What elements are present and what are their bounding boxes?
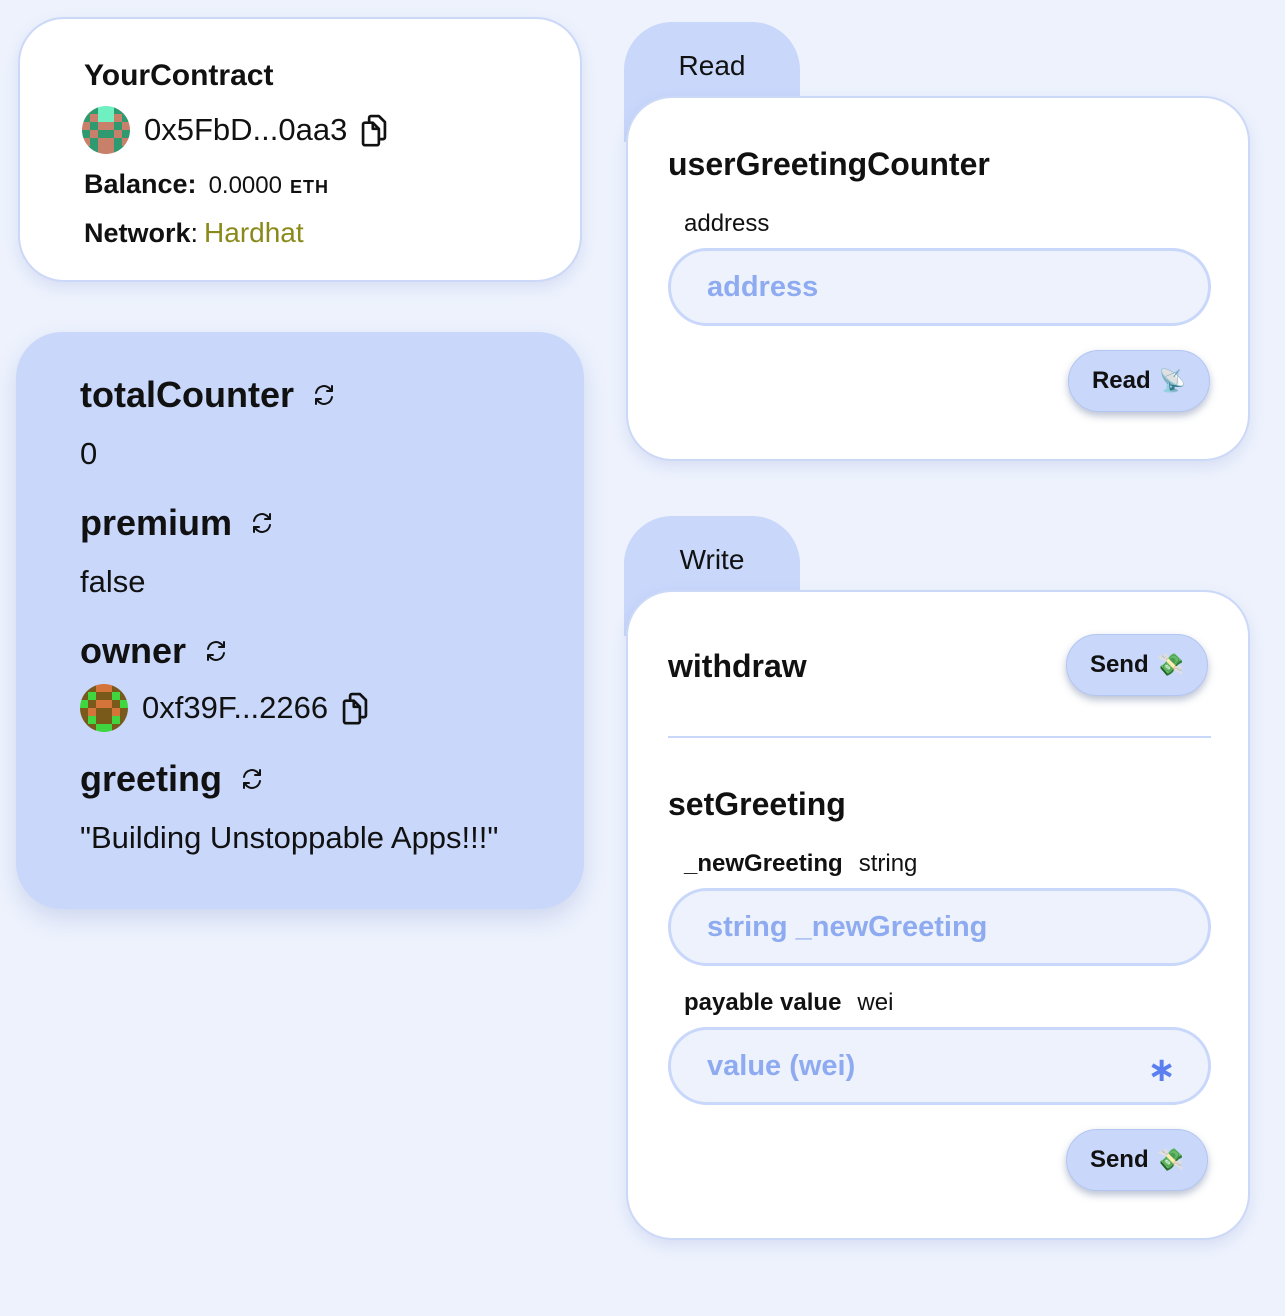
- new-greeting-placeholder: string _newGreeting: [707, 910, 988, 943]
- variable-value: false: [80, 564, 146, 599]
- variable-name-text: totalCounter: [80, 374, 294, 415]
- param-type: string: [858, 850, 918, 877]
- owner-address: 0xf39F...2266: [80, 684, 370, 732]
- multiply-eth-icon[interactable]: ∗: [1148, 1050, 1177, 1090]
- owner-address-text[interactable]: 0xf39F...2266: [142, 690, 328, 726]
- variable-name-text: owner: [80, 630, 187, 671]
- network-row: Network : Hardhat: [84, 217, 304, 249]
- param-label: address: [684, 210, 769, 238]
- param-label: _newGreeting string: [684, 850, 917, 878]
- variable-value: 0: [80, 436, 98, 471]
- function-name: withdraw: [668, 648, 807, 684]
- contract-address-text[interactable]: 0x5FbD...0aa3: [144, 112, 347, 148]
- payable-value-text: payable value: [684, 989, 842, 1016]
- read-panel: userGreetingCounter address address Read…: [626, 96, 1250, 461]
- balance-label: Balance:: [84, 169, 197, 199]
- function-name: userGreetingCounter: [668, 146, 990, 182]
- balance-row: Balance: 0.0000 ETH: [84, 169, 329, 200]
- balance-value: 0.0000: [208, 172, 282, 199]
- tab-write-label: Write: [679, 544, 745, 575]
- payable-value-label: payable value wei: [684, 989, 893, 1017]
- refresh-icon[interactable]: [240, 767, 264, 791]
- network-separator: :: [190, 218, 199, 248]
- network-label: Network: [84, 218, 191, 248]
- divider: [668, 736, 1211, 738]
- contract-address: 0x5FbD...0aa3: [82, 106, 389, 154]
- balance-unit: ETH: [289, 177, 329, 197]
- refresh-icon[interactable]: [250, 511, 274, 535]
- payable-value-placeholder: value (wei): [707, 1049, 856, 1082]
- variable-name: greeting: [80, 758, 264, 800]
- set-greeting-send-button[interactable]: Send 💸: [1066, 1129, 1208, 1191]
- contract-avatar: [82, 106, 130, 154]
- money-wings-icon: 💸: [1156, 652, 1185, 677]
- param-name: _newGreeting: [684, 850, 843, 877]
- network-value: Hardhat: [204, 217, 304, 248]
- satellite-icon: 📡: [1158, 368, 1187, 393]
- read-button-label: Read: [1091, 367, 1151, 394]
- money-wings-icon: 💸: [1156, 1147, 1185, 1172]
- function-name: setGreeting: [668, 786, 846, 822]
- tab-read-label: Read: [678, 50, 746, 81]
- variable-name: totalCounter: [80, 374, 336, 416]
- variable-value: "Building Unstoppable Apps!!!": [80, 820, 499, 855]
- send-button-label: Send: [1089, 1146, 1149, 1173]
- param-label-text: address: [684, 210, 770, 237]
- contract-variables-card: totalCounter 0 premium false owner 0xf39: [16, 332, 584, 909]
- variable-name: owner: [80, 630, 228, 672]
- variable-name-text: greeting: [80, 758, 223, 799]
- address-input-placeholder: address: [707, 270, 819, 303]
- contract-info-card: YourContract 0x5FbD...0aa3 Balance: 0.00…: [18, 17, 582, 282]
- refresh-icon[interactable]: [204, 639, 228, 663]
- refresh-icon[interactable]: [312, 383, 336, 407]
- owner-avatar: [80, 684, 128, 732]
- new-greeting-input[interactable]: string _newGreeting: [668, 888, 1211, 966]
- copy-icon[interactable]: [340, 691, 370, 725]
- payable-value-unit: wei: [857, 989, 894, 1016]
- send-button-label: Send: [1089, 651, 1149, 678]
- write-panel: withdraw Send 💸 setGreeting _newGreeting…: [626, 590, 1250, 1240]
- copy-icon[interactable]: [359, 113, 389, 147]
- payable-value-input[interactable]: value (wei) ∗: [668, 1027, 1211, 1105]
- variable-name: premium: [80, 502, 274, 544]
- contract-name: YourContract: [84, 59, 274, 92]
- withdraw-send-button[interactable]: Send 💸: [1066, 634, 1208, 696]
- variable-name-text: premium: [80, 502, 233, 543]
- read-button[interactable]: Read 📡: [1068, 350, 1210, 412]
- address-input[interactable]: address: [668, 248, 1211, 326]
